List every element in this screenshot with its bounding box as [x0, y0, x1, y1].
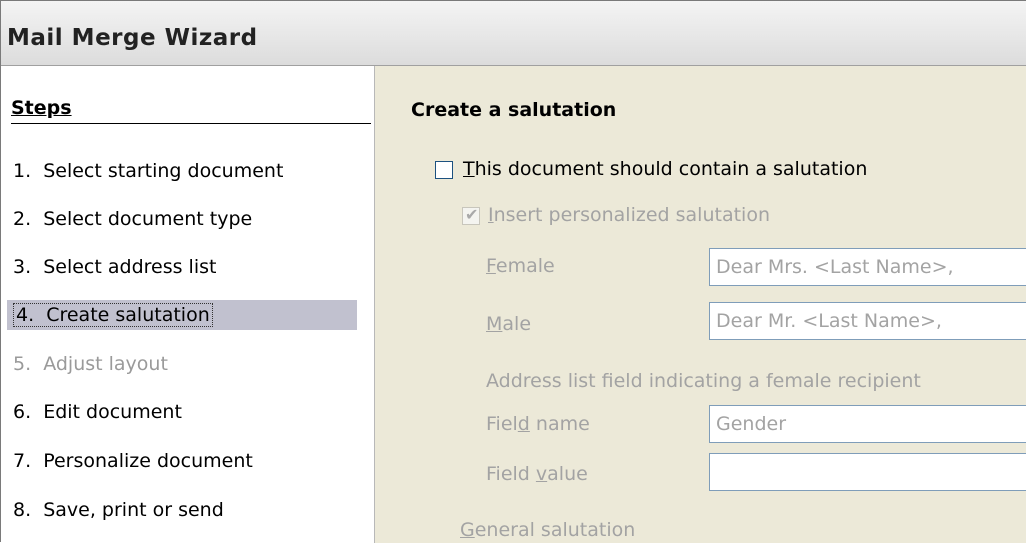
- step-item-5[interactable]: 5. Adjust layout: [7, 349, 357, 379]
- contain-salutation-label[interactable]: This document should contain a salutatio…: [463, 158, 867, 180]
- title-bar: Mail Merge Wizard: [1, 1, 1026, 66]
- window-title: Mail Merge Wizard: [7, 25, 258, 51]
- step-item-1[interactable]: 1. Select starting document: [7, 156, 357, 186]
- step-label: 1. Select starting document: [13, 160, 284, 182]
- field-value-label: Field value: [486, 463, 588, 485]
- field-name-combobox[interactable]: Gender: [709, 405, 1026, 443]
- step-item-7[interactable]: 7. Personalize document: [7, 446, 357, 476]
- step-label: 2. Select document type: [13, 208, 253, 230]
- section-title: Create a salutation: [411, 99, 617, 121]
- step-label: 5. Adjust layout: [13, 353, 168, 375]
- step-label: 6. Edit document: [13, 401, 182, 423]
- checkmark-icon: ✔: [465, 205, 479, 224]
- female-salutation-field[interactable]: Dear Mrs. <Last Name>,: [709, 248, 1026, 286]
- mail-merge-wizard-window: Mail Merge Wizard Steps 1. Select starti…: [0, 0, 1026, 543]
- address-field-heading: Address list field indicating a female r…: [486, 370, 921, 392]
- step-item-8[interactable]: 8. Save, print or send: [7, 495, 357, 525]
- step-item-3[interactable]: 3. Select address list: [7, 252, 357, 282]
- step-label: 3. Select address list: [13, 256, 217, 278]
- step-label: 4. Create salutation: [13, 303, 213, 327]
- insert-personalized-checkbox[interactable]: ✔: [462, 205, 480, 225]
- step-label: 8. Save, print or send: [13, 499, 224, 521]
- step-item-6[interactable]: 6. Edit document: [7, 397, 357, 427]
- male-salutation-field[interactable]: Dear Mr. <Last Name>,: [709, 302, 1026, 340]
- step-label: 7. Personalize document: [13, 450, 253, 472]
- male-label: Male: [486, 313, 532, 335]
- female-label: Female: [486, 255, 555, 277]
- general-salutation-label: General salutation: [460, 519, 636, 541]
- insert-personalized-label[interactable]: Insert personalized salutation: [488, 204, 770, 226]
- step-item-4[interactable]: 4. Create salutation: [7, 300, 357, 330]
- step-item-2[interactable]: 2. Select document type: [7, 204, 357, 234]
- field-name-label: Field name: [486, 413, 590, 435]
- field-value-input[interactable]: [709, 453, 1026, 491]
- contain-salutation-checkbox[interactable]: [435, 161, 453, 179]
- steps-heading: Steps: [11, 97, 371, 124]
